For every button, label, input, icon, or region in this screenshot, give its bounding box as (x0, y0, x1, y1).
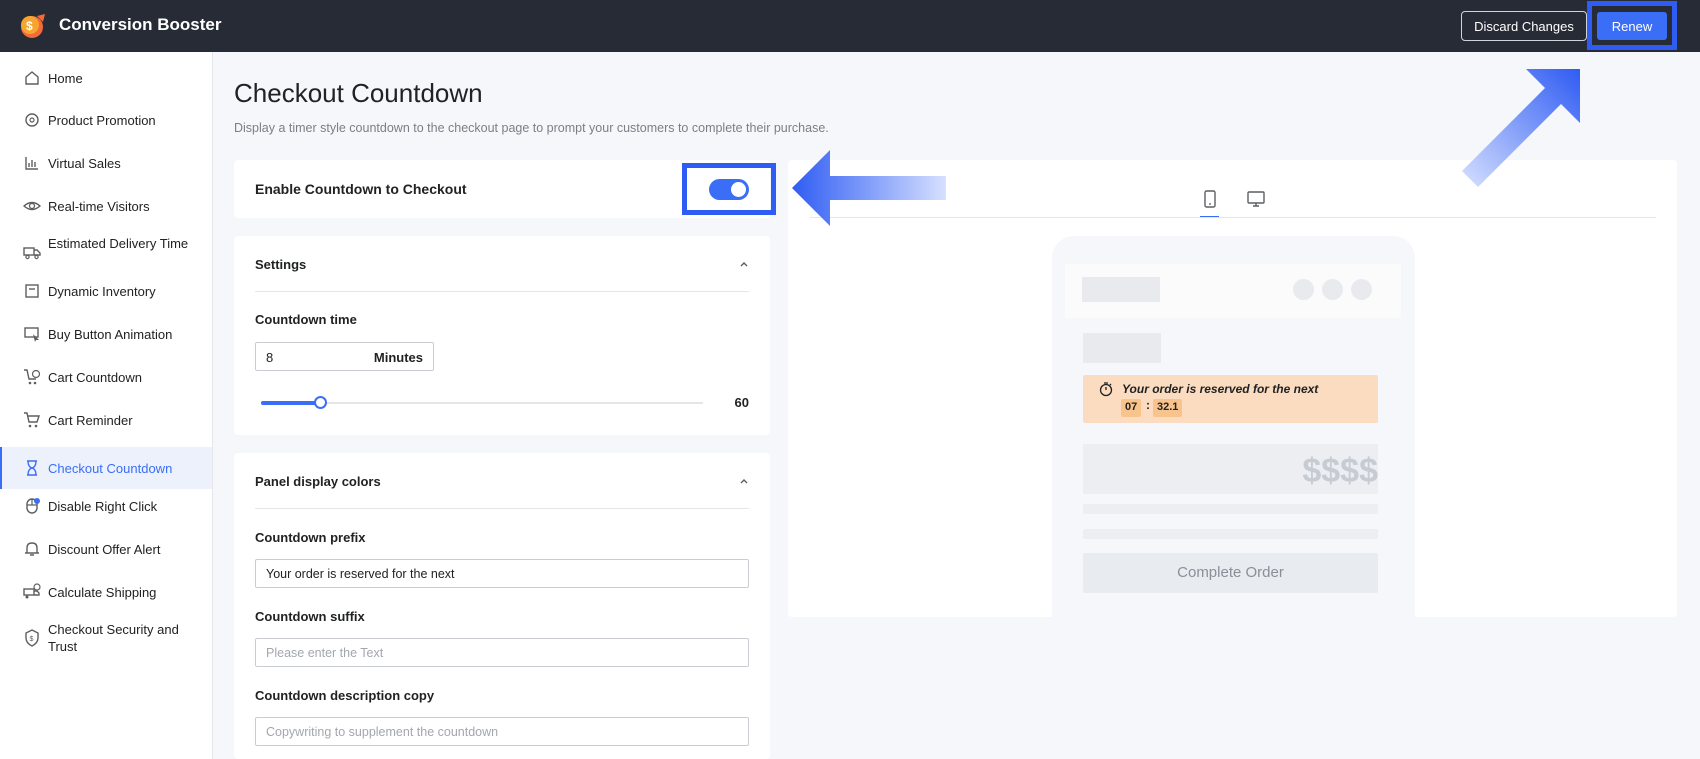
renew-button[interactable]: Renew (1597, 12, 1667, 40)
enable-countdown-toggle[interactable] (709, 179, 749, 200)
sidebar-item-real-time-visitors[interactable]: Real-time Visitors (0, 190, 212, 222)
svg-text:$: $ (26, 19, 33, 33)
placeholder-dot (1322, 279, 1343, 300)
sidebar-item-label: Buy Button Animation (48, 327, 173, 342)
logo-placeholder (1082, 277, 1160, 302)
sidebar-item-buy-button-animation[interactable]: Buy Button Animation (0, 318, 212, 350)
sidebar-item-virtual-sales[interactable]: Virtual Sales (0, 147, 212, 179)
sidebar-item-label: Virtual Sales (48, 156, 121, 171)
mouse-icon (26, 498, 40, 514)
settings-card: Settings Countdown time 8 Minutes 60 (234, 236, 770, 435)
sidebar-item-calculate-shipping[interactable]: Calculate Shipping (0, 576, 212, 608)
preview-header (1065, 264, 1401, 318)
app-logo: $ (21, 14, 45, 38)
countdown-prefix-input[interactable] (255, 559, 749, 588)
sidebar-item-label: Home (48, 71, 83, 86)
sidebar-item-label: Cart Countdown (48, 370, 142, 385)
arrow-left-annotation (792, 150, 946, 226)
eye-icon (23, 201, 41, 211)
badge-icon (25, 113, 39, 127)
sidebar-item-cart-reminder[interactable]: Cart Reminder (0, 404, 212, 436)
divider (255, 291, 749, 292)
price-block: $$$$ (1083, 444, 1378, 494)
chevron-up-icon[interactable] (738, 475, 750, 487)
slider-max-label: 60 (734, 395, 749, 410)
sidebar-item-label: Estimated Delivery Time (48, 236, 189, 251)
divider (255, 508, 749, 509)
slider-fill (261, 401, 320, 405)
settings-heading[interactable]: Settings (255, 257, 306, 272)
mobile-icon[interactable] (1200, 189, 1220, 209)
desktop-icon[interactable] (1246, 189, 1266, 209)
sidebar-item-estimated-delivery-time[interactable]: Estimated Delivery Time (0, 232, 212, 272)
text-placeholder (1083, 529, 1378, 539)
svg-text:$: $ (30, 636, 34, 643)
sidebar-item-label: Discount Offer Alert (48, 542, 161, 557)
countdown-slider[interactable] (261, 396, 703, 409)
sidebar-item-label: Product Promotion (48, 113, 156, 128)
sidebar-item-home[interactable]: Home (0, 62, 212, 94)
discard-changes-button[interactable]: Discard Changes (1461, 11, 1587, 41)
sidebar-item-label: Checkout Countdown (48, 461, 173, 476)
sidebar-item-product-promotion[interactable]: Product Promotion (0, 104, 212, 136)
text-placeholder (1083, 504, 1378, 514)
stopwatch-icon (1099, 382, 1113, 397)
cart-clock-icon (24, 369, 41, 385)
timer-separator: : (1146, 398, 1150, 412)
cursor-icon (24, 327, 39, 342)
enable-countdown-label: Enable Countdown to Checkout (255, 181, 467, 197)
timer-minutes: 07 (1121, 399, 1142, 417)
countdown-banner: Your order is reserved for the next 07 :… (1083, 375, 1378, 423)
countdown-description-input[interactable] (255, 717, 749, 746)
placeholder-dot (1351, 279, 1372, 300)
banner-prefix-text: Your order is reserved for the next (1122, 382, 1319, 396)
truck-icon (23, 247, 41, 260)
shield-icon: $ (25, 629, 39, 647)
title-placeholder (1083, 333, 1161, 363)
inventory-icon (25, 284, 39, 298)
price-placeholder: $$$$ (1302, 452, 1378, 490)
panel-colors-card: Panel display colors Countdown prefix Co… (234, 453, 770, 759)
placeholder-dot (1293, 279, 1314, 300)
page-title: Checkout Countdown (234, 78, 483, 108)
countdown-time-unit: Minutes (373, 350, 423, 365)
countdown-time-input[interactable]: 8 Minutes (255, 342, 434, 371)
sidebar-item-checkout-countdown[interactable]: Checkout Countdown (0, 447, 212, 489)
sidebar: Home Product Promotion Virtual Sales Rea… (0, 52, 213, 759)
sidebar-item-label: Cart Reminder (48, 413, 133, 428)
bar-chart-icon (25, 157, 38, 170)
hourglass-icon (27, 460, 37, 476)
countdown-time-value: 8 (266, 350, 274, 365)
sidebar-item-cart-countdown[interactable]: Cart Countdown (0, 361, 212, 393)
sidebar-item-label: Dynamic Inventory (48, 284, 156, 299)
timer-seconds: 32.1 (1153, 399, 1183, 417)
countdown-suffix-input[interactable] (255, 638, 749, 667)
sidebar-item-label: Checkout Security and Trust (48, 622, 179, 654)
countdown-time-label: Countdown time (255, 312, 357, 327)
arrow-up-right-annotation (1462, 69, 1580, 187)
sidebar-item-dynamic-inventory[interactable]: Dynamic Inventory (0, 275, 212, 307)
cart-icon (24, 412, 40, 428)
toggle-knob (731, 182, 746, 197)
sidebar-item-checkout-security-and-trust[interactable]: $ Checkout Security and Trust (0, 618, 212, 658)
home-icon (25, 71, 39, 85)
sidebar-item-label: Calculate Shipping (48, 585, 157, 600)
countdown-prefix-label: Countdown prefix (255, 530, 366, 545)
chevron-up-icon[interactable] (738, 258, 750, 270)
phone-preview: Your order is reserved for the next 07 :… (1052, 236, 1415, 617)
sidebar-item-label: Real-time Visitors (48, 199, 150, 214)
sidebar-item-disable-right-click[interactable]: Disable Right Click (0, 490, 212, 522)
panel-colors-heading[interactable]: Panel display colors (255, 474, 381, 489)
page-description: Display a timer style countdown to the c… (234, 121, 829, 135)
app-title: Conversion Booster (59, 15, 222, 34)
slider-thumb[interactable] (314, 396, 327, 409)
sidebar-item-label: Disable Right Click (48, 499, 158, 514)
top-bar: $ Conversion Booster Discard Changes Ren… (0, 0, 1700, 52)
sidebar-item-discount-offer-alert[interactable]: Discount Offer Alert (0, 533, 212, 565)
bell-icon (25, 542, 39, 556)
complete-order-button: Complete Order (1083, 553, 1378, 593)
countdown-description-label: Countdown description copy (255, 688, 435, 703)
countdown-suffix-label: Countdown suffix (255, 609, 365, 624)
shipping-icon (23, 583, 41, 599)
